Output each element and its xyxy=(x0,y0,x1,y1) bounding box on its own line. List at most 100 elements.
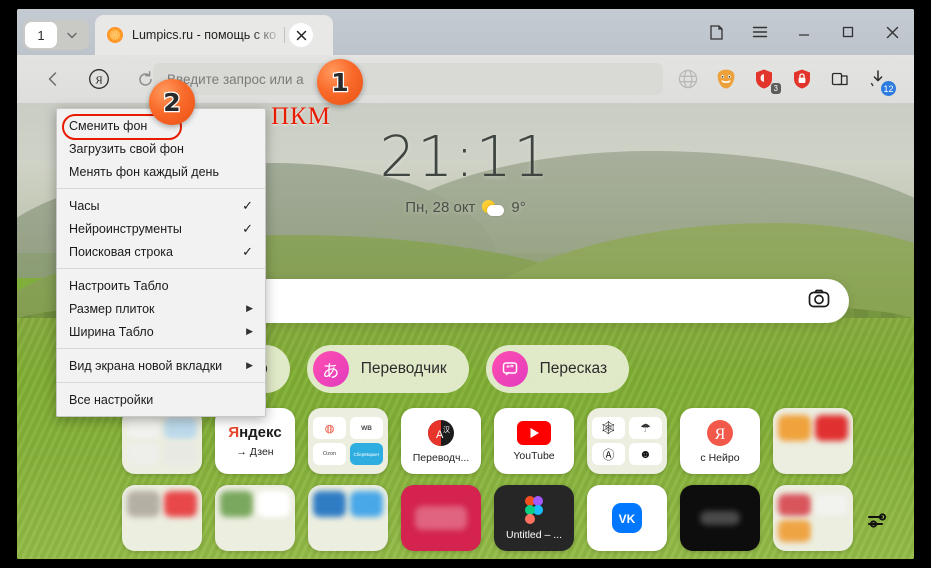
tile-vk[interactable]: VK xyxy=(587,485,667,551)
menu-item-change-daily[interactable]: Менять фон каждый день xyxy=(57,160,265,183)
menu-item-label: Поисковая строка xyxy=(69,244,173,259)
tile-label: → Дзен xyxy=(236,446,274,458)
address-bar[interactable]: Введите запрос или а xyxy=(153,63,663,95)
chevron-right-icon: ▶ xyxy=(246,326,253,336)
tab-favicon-icon xyxy=(107,27,123,43)
menu-item-configure-tablo[interactable]: Настроить Табло xyxy=(57,274,265,297)
tile-blurred[interactable] xyxy=(773,485,853,551)
summary-icon: ❝❞ xyxy=(491,351,528,387)
tile-icons-grid[interactable]: 🕸 ☂ Ⓐ ☻ xyxy=(587,408,667,474)
menu-item-clock[interactable]: Часы ✓ xyxy=(57,194,265,217)
annotation-badge-number: 1 xyxy=(330,66,350,98)
password-shield-icon[interactable] xyxy=(783,55,821,103)
neuro-chip-translator[interactable]: あ Переводчик xyxy=(306,345,469,393)
menu-separator xyxy=(57,382,265,383)
tiles-grid: Яндекс → Дзен ◍ WB Ozon СберМаркет A汉 Пе… xyxy=(122,408,853,559)
adblock-shield-icon[interactable]: 3 xyxy=(745,55,783,103)
menu-separator xyxy=(57,268,265,269)
context-menu: Сменить фон Загрузить свой фон Менять фо… xyxy=(56,108,266,417)
menu-item-label: Настроить Табло xyxy=(69,278,169,293)
tab-counter-group[interactable]: 1 xyxy=(23,20,89,50)
menu-separator xyxy=(57,348,265,349)
maximize-button[interactable] xyxy=(826,9,870,55)
tile-label: с Нейро xyxy=(700,451,740,464)
annotation-badge-2: 2 xyxy=(149,79,195,125)
tile-label: Переводч... xyxy=(412,451,470,464)
svg-text:汉: 汉 xyxy=(443,426,450,434)
menu-item-label: Часы xyxy=(69,198,100,213)
tile-translator[interactable]: A汉 Переводч... xyxy=(401,408,481,474)
tile-blurred[interactable] xyxy=(122,408,202,474)
tile-blurred[interactable] xyxy=(215,485,295,551)
menu-item-label: Размер плиток xyxy=(69,301,155,316)
menu-item-label: Загрузить свой фон xyxy=(69,141,184,156)
tiles-row-1: Яндекс → Дзен ◍ WB Ozon СберМаркет A汉 Пе… xyxy=(122,408,853,474)
annotation-badge-1: 1 xyxy=(317,59,363,105)
minimize-button[interactable] xyxy=(782,9,826,55)
check-icon: ✓ xyxy=(242,220,253,236)
menu-item-label: Нейроинструменты xyxy=(69,221,182,236)
temperature-label: 9° xyxy=(511,199,526,216)
menu-item-label: Менять фон каждый день xyxy=(69,164,219,179)
visual-search-camera-icon[interactable] xyxy=(807,287,831,316)
menu-item-label: Сменить фон xyxy=(69,118,148,133)
menu-item-label: Ширина Табло xyxy=(69,324,154,339)
close-tab-icon[interactable] xyxy=(289,23,313,47)
chevron-down-icon[interactable] xyxy=(57,22,87,48)
svg-text:Я: Я xyxy=(715,426,726,443)
menu-separator xyxy=(57,188,265,189)
menu-item-all-settings[interactable]: Все настройки xyxy=(57,388,265,411)
menu-item-neuro-tools[interactable]: Нейроинструменты ✓ xyxy=(57,217,265,240)
date-label: Пн, 28 окт xyxy=(405,199,476,216)
downloads-icon[interactable]: 12 xyxy=(859,55,897,103)
alice-assistant-icon[interactable] xyxy=(707,55,745,103)
menu-item-search-bar[interactable]: Поисковая строка ✓ xyxy=(57,240,265,263)
tile-label: YouTube xyxy=(513,449,555,462)
tab-count[interactable]: 1 xyxy=(25,22,57,48)
yandex-logo-icon[interactable]: Я xyxy=(79,59,119,99)
svg-text:VK: VK xyxy=(619,512,636,526)
annotation-badge-number: 2 xyxy=(162,86,182,118)
neuro-chip-summary[interactable]: ❝❞ Пересказ xyxy=(485,345,630,393)
tile-blurred[interactable] xyxy=(122,485,202,551)
tile-label: Untitled – ... xyxy=(505,528,563,541)
tile-blurred[interactable] xyxy=(680,485,760,551)
tiles-settings-icon[interactable] xyxy=(864,507,892,535)
translate-icon: あ xyxy=(312,351,349,387)
weather-sun-cloud-icon xyxy=(482,199,505,216)
check-icon: ✓ xyxy=(242,197,253,213)
chevron-right-icon: ▶ xyxy=(246,360,253,370)
translate-globe-icon[interactable] xyxy=(669,55,707,103)
collections-icon[interactable] xyxy=(821,55,859,103)
menu-item-tile-size[interactable]: Размер плиток ▶ xyxy=(57,297,265,320)
svg-text:❝❞: ❝❞ xyxy=(506,363,514,372)
neuro-chip-label: Переводчик xyxy=(360,360,447,377)
menu-item-label: Все настройки xyxy=(69,392,154,407)
menu-item-new-tab-view[interactable]: Вид экрана новой вкладки ▶ xyxy=(57,354,265,377)
tile-blurred[interactable] xyxy=(401,485,481,551)
browser-tab[interactable]: Lumpics.ru - помощь с ко xyxy=(95,15,333,55)
check-icon: ✓ xyxy=(242,243,253,259)
window-controls xyxy=(694,9,914,55)
tile-neuro[interactable]: Я с Нейро xyxy=(680,408,760,474)
back-arrow-icon[interactable] xyxy=(33,59,73,99)
tile-zen[interactable]: Яндекс → Дзен xyxy=(215,408,295,474)
tile-blurred[interactable] xyxy=(773,408,853,474)
tile-blurred[interactable] xyxy=(308,485,388,551)
close-window-button[interactable] xyxy=(870,9,914,55)
downloads-badge-count: 12 xyxy=(881,81,896,96)
tab-divider xyxy=(284,27,285,43)
menu-item-upload-background[interactable]: Загрузить свой фон xyxy=(57,137,265,160)
tab-strip: 1 Lumpics.ru - помощь с ко xyxy=(17,9,914,55)
tile-figma[interactable]: Untitled – ... xyxy=(494,485,574,551)
tile-shops-grid[interactable]: ◍ WB Ozon СберМаркет xyxy=(308,408,388,474)
adblock-badge-count: 3 xyxy=(770,83,781,94)
screenshot-root: 1 Lumpics.ru - помощь с ко Я Введите зап… xyxy=(0,0,931,568)
svg-text:Я: Я xyxy=(95,74,103,86)
tile-youtube[interactable]: YouTube xyxy=(494,408,574,474)
collections-titlebar-icon[interactable] xyxy=(694,9,738,55)
main-menu-icon[interactable] xyxy=(738,9,782,55)
tab-title: Lumpics.ru - помощь с ко xyxy=(132,28,277,42)
menu-item-tablo-width[interactable]: Ширина Табло ▶ xyxy=(57,320,265,343)
menu-item-label: Вид экрана новой вкладки xyxy=(69,358,223,373)
